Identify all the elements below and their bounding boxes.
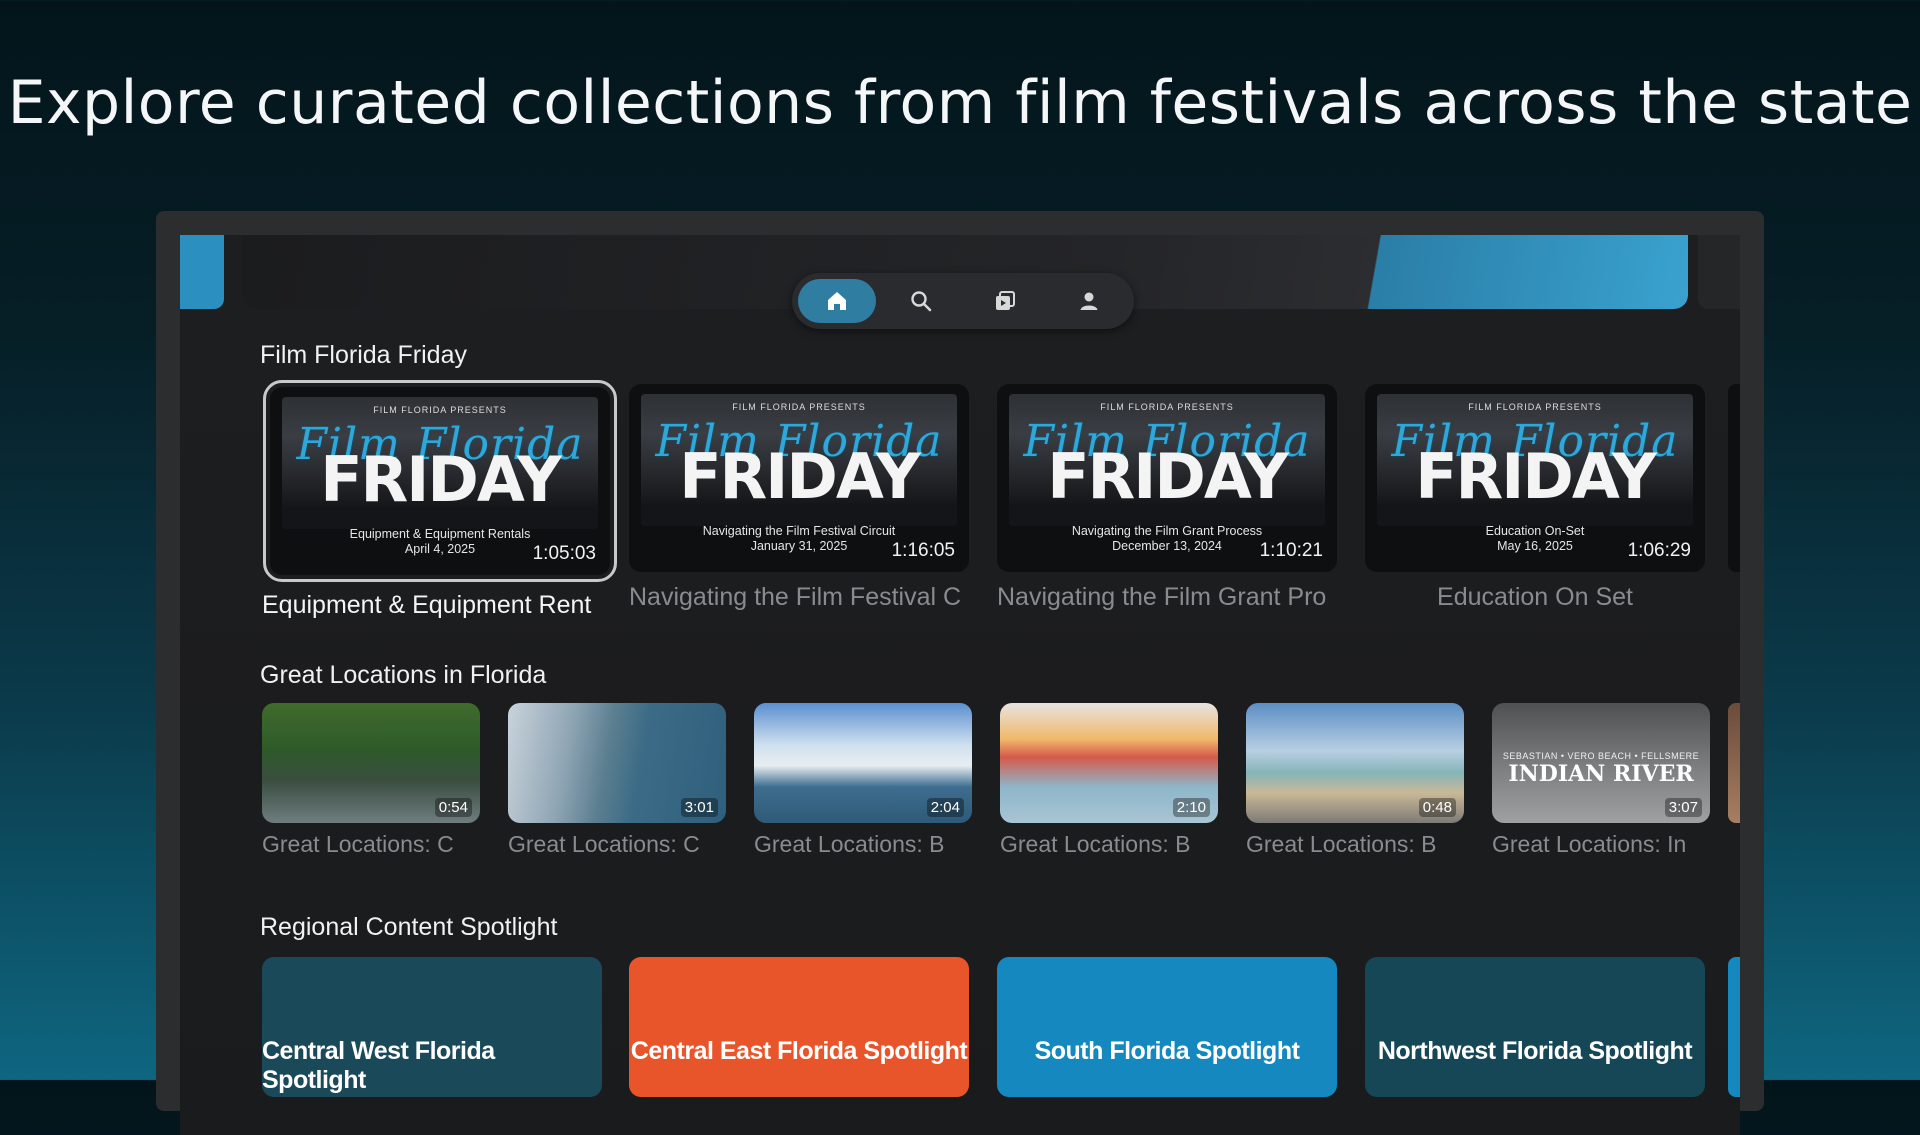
regional-card-peek[interactable] bbox=[1728, 957, 1740, 1097]
regional-card-central-west[interactable]: Central West Florida Spotlight bbox=[262, 957, 602, 1097]
duration-badge: 1:16:05 bbox=[891, 540, 955, 561]
duration-badge: 2:04 bbox=[926, 798, 964, 817]
ff-subtitle-topic: Navigating the Film Festival Circuit bbox=[702, 524, 896, 538]
app-screen: Film Florida Friday FILM FLORIDA PRESENT… bbox=[180, 235, 1740, 1135]
film-florida-logo: FILM FLORIDA PRESENTS bbox=[1100, 402, 1234, 412]
indian-river-tagline: SEBASTIAN • VERO BEACH • FELLSMERE bbox=[1502, 751, 1700, 761]
loc-card-coastline[interactable]: 3:01 bbox=[508, 703, 726, 823]
home-icon bbox=[828, 292, 846, 310]
regional-card-label: Central West Florida Spotlight bbox=[262, 1037, 495, 1094]
duration-badge: 0:48 bbox=[1418, 798, 1456, 817]
loc-card-indian-river[interactable]: SEBASTIAN • VERO BEACH • FELLSMERE INDIA… bbox=[1492, 703, 1710, 823]
ff-subtitle-topic: Equipment & Equipment Rentals bbox=[349, 527, 531, 541]
ff-caption-education-on-set: Education On Set bbox=[1437, 583, 1633, 611]
duration-badge: 3:07 bbox=[1664, 798, 1702, 817]
film-florida-logo: FILM FLORIDA PRESENTS bbox=[1468, 402, 1602, 412]
library-icon bbox=[996, 291, 1015, 310]
section-title-great-locations: Great Locations in Florida bbox=[260, 661, 547, 689]
ff-card-peek[interactable] bbox=[1728, 384, 1740, 572]
ff-subtitle-topic: Education On-Set bbox=[1485, 524, 1585, 538]
ff-big-title: FRIDAY bbox=[1047, 440, 1289, 513]
ff-caption-grant-process: Navigating the Film Grant Pro bbox=[997, 583, 1327, 611]
loc-caption: Great Locations: In bbox=[1492, 831, 1687, 857]
ff-subtitle-topic: Navigating the Film Grant Process bbox=[1071, 524, 1263, 538]
indian-river-title: INDIAN RIVER bbox=[1508, 761, 1694, 787]
duration-badge: 0:54 bbox=[434, 798, 472, 817]
duration-badge: 2:10 bbox=[1172, 798, 1210, 817]
loc-caption: Great Locations: C bbox=[262, 831, 454, 857]
loc-caption: Great Locations: B bbox=[1000, 831, 1191, 857]
hero-peek-right[interactable] bbox=[1698, 235, 1740, 309]
regional-card-south[interactable]: South Florida Spotlight bbox=[997, 957, 1337, 1097]
tv-device-frame: Film Florida Friday FILM FLORIDA PRESENT… bbox=[156, 211, 1764, 1135]
loc-card-peek[interactable] bbox=[1728, 703, 1740, 823]
film-florida-logo: FILM FLORIDA PRESENTS bbox=[373, 405, 507, 415]
nav-search[interactable] bbox=[882, 279, 960, 323]
nav-home[interactable] bbox=[798, 279, 876, 323]
headline: Explore curated collections from film fe… bbox=[7, 68, 1913, 138]
film-florida-logo: FILM FLORIDA PRESENTS bbox=[732, 402, 866, 412]
section-title-regional-spotlight: Regional Content Spotlight bbox=[260, 913, 558, 941]
loc-card-pier[interactable]: 0:48 bbox=[1246, 703, 1464, 823]
nav-library[interactable] bbox=[966, 279, 1044, 323]
ff-card-equipment[interactable]: FILM FLORIDA PRESENTS Film Florida FRIDA… bbox=[263, 380, 617, 582]
ff-caption-festival-circuit: Navigating the Film Festival C bbox=[629, 583, 962, 611]
duration-badge: 1:05:03 bbox=[532, 543, 596, 564]
hero-peek-left[interactable] bbox=[180, 235, 224, 309]
ff-big-title: FRIDAY bbox=[679, 440, 921, 513]
regional-card-label: South Florida Spotlight bbox=[1034, 1037, 1300, 1065]
nav-profile[interactable] bbox=[1050, 279, 1128, 323]
loc-caption: Great Locations: B bbox=[1246, 831, 1437, 857]
ff-artwork: FILM FLORIDA PRESENTS Film Florida FRIDA… bbox=[1377, 394, 1693, 526]
loc-caption: Great Locations: C bbox=[508, 831, 700, 857]
ff-big-title: FRIDAY bbox=[320, 443, 562, 516]
ff-card-festival-circuit[interactable]: FILM FLORIDA PRESENTS Film Florida FRIDA… bbox=[629, 384, 969, 572]
ff-caption-equipment: Equipment & Equipment Rent bbox=[262, 591, 592, 619]
profile-icon bbox=[1080, 292, 1098, 310]
ff-artwork: FILM FLORIDA PRESENTS Film Florida FRIDA… bbox=[641, 394, 957, 526]
duration-badge: 1:06:29 bbox=[1627, 540, 1691, 561]
ff-card-grant-process[interactable]: FILM FLORIDA PRESENTS Film Florida FRIDA… bbox=[997, 384, 1337, 572]
ff-card-education-on-set[interactable]: FILM FLORIDA PRESENTS Film Florida FRIDA… bbox=[1365, 384, 1705, 572]
loc-card-marina[interactable]: 2:04 bbox=[754, 703, 972, 823]
loc-card-kayak[interactable]: 0:54 bbox=[262, 703, 480, 823]
regional-card-label: Northwest Florida Spotlight bbox=[1377, 1037, 1693, 1065]
duration-badge: 3:01 bbox=[680, 798, 718, 817]
loc-caption: Great Locations: B bbox=[754, 831, 945, 857]
top-nav-bar bbox=[792, 273, 1134, 329]
loc-card-beach-festival[interactable]: 2:10 bbox=[1000, 703, 1218, 823]
ff-big-title: FRIDAY bbox=[1415, 440, 1657, 513]
search-icon bbox=[911, 291, 932, 312]
duration-badge: 1:10:21 bbox=[1259, 540, 1323, 561]
ff-artwork: FILM FLORIDA PRESENTS Film Florida FRIDA… bbox=[1009, 394, 1325, 526]
regional-card-northwest[interactable]: Northwest Florida Spotlight bbox=[1365, 957, 1705, 1097]
regional-card-central-east[interactable]: Central East Florida Spotlight bbox=[629, 957, 969, 1097]
ff-artwork: FILM FLORIDA PRESENTS Film Florida FRIDA… bbox=[282, 397, 598, 529]
section-title-film-florida-friday: Film Florida Friday bbox=[260, 341, 467, 369]
regional-card-label: Central East Florida Spotlight bbox=[630, 1037, 968, 1065]
